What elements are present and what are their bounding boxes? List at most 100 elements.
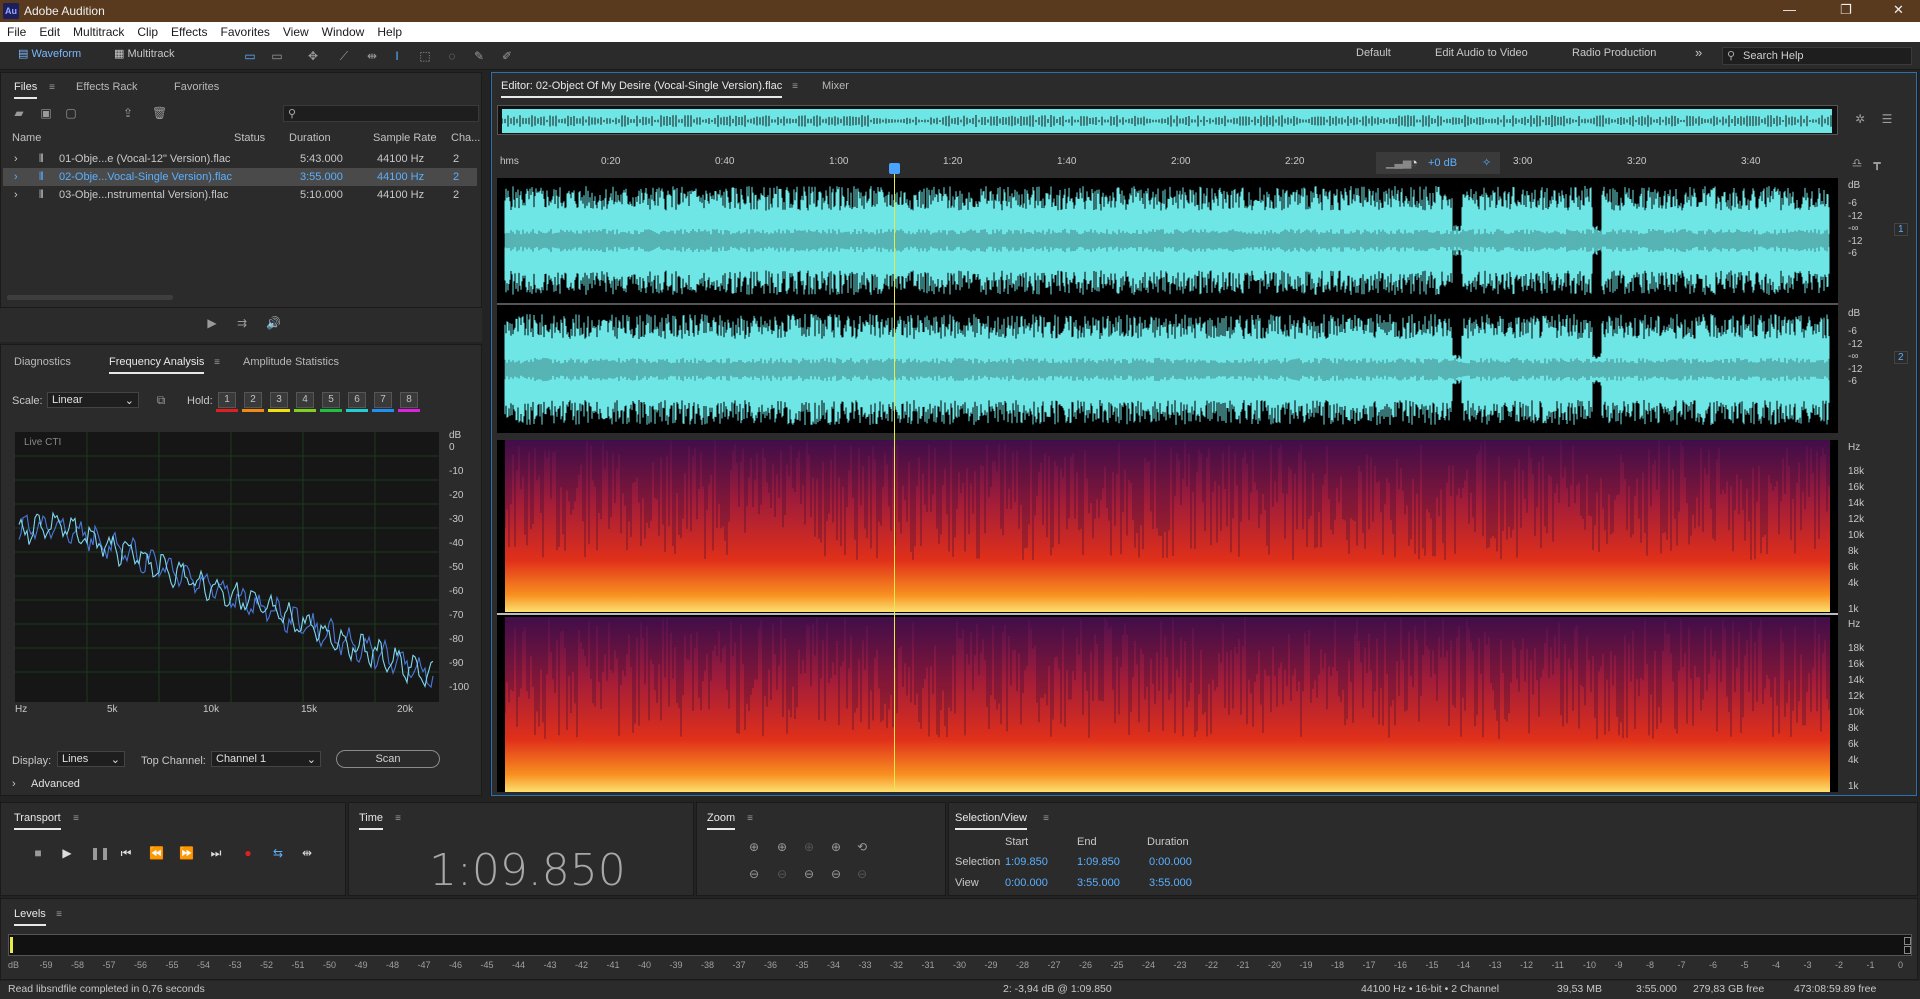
display-dropdown[interactable]: Lines ⌄: [57, 751, 125, 767]
record-icon[interactable]: ●: [241, 846, 255, 860]
view-end[interactable]: 3:55.000: [1077, 877, 1120, 889]
minimize-icon[interactable]: —: [1783, 2, 1796, 17]
col-status[interactable]: Status: [234, 132, 265, 144]
lasso-tool-icon[interactable]: ◌: [445, 49, 459, 63]
spectral-display-icon[interactable]: ▭: [243, 49, 257, 63]
workspace-radio-production[interactable]: Radio Production: [1572, 47, 1656, 65]
hold-button-2[interactable]: 2: [244, 392, 262, 408]
col-channels[interactable]: Cha...: [451, 132, 480, 144]
zoom-selection-icon[interactable]: ⊖: [829, 867, 843, 881]
import-icon[interactable]: ▣: [39, 106, 53, 120]
more-workspaces-button[interactable]: »: [1695, 45, 1702, 63]
panel-menu-icon[interactable]: ≡: [391, 812, 405, 826]
zoom-in-time-icon[interactable]: ⊕: [775, 840, 789, 854]
zoom-in-selection-icon[interactable]: ⊕: [829, 840, 843, 854]
panel-menu-icon[interactable]: ≡: [210, 356, 224, 370]
skip-selection-icon[interactable]: ⇹: [300, 846, 314, 860]
hold-button-4[interactable]: 4: [296, 392, 314, 408]
scale-dropdown[interactable]: Linear ⌄: [47, 392, 139, 408]
tab-amplitude-statistics[interactable]: Amplitude Statistics: [243, 356, 339, 368]
menu-multitrack[interactable]: Multitrack: [66, 22, 130, 39]
razor-tool-icon[interactable]: ⟋: [337, 49, 351, 63]
horizontal-scrollbar[interactable]: [7, 295, 173, 300]
hold-button-1[interactable]: 1: [218, 392, 236, 408]
gain-knob-icon[interactable]: ◔: [1410, 155, 1418, 170]
copy-icon[interactable]: ⧉: [154, 393, 168, 407]
pin-icon[interactable]: ✧: [1482, 156, 1491, 169]
panel-menu-icon[interactable]: ≡: [69, 812, 83, 826]
overview-bar[interactable]: [497, 105, 1838, 135]
menu-window[interactable]: Window: [315, 22, 371, 39]
menu-effects[interactable]: Effects: [164, 22, 213, 39]
menu-clip[interactable]: Clip: [130, 22, 164, 39]
move-tool-icon[interactable]: ✥: [306, 49, 320, 63]
file-row[interactable]: › ⫴ 02-Obje...Vocal-Single Version).flac…: [3, 168, 477, 186]
pause-icon[interactable]: ❚❚: [90, 846, 110, 860]
spectral-display[interactable]: [497, 440, 1838, 792]
file-row[interactable]: › ⫴ 03-Obje...nstrumental Version).flac …: [3, 186, 477, 204]
workspace-edit-audio-to-video[interactable]: Edit Audio to Video: [1435, 47, 1528, 65]
scan-button[interactable]: Scan: [336, 750, 440, 768]
brush-tool-icon[interactable]: ✎: [472, 49, 486, 63]
view-start[interactable]: 0:00.000: [1005, 877, 1048, 889]
advanced-toggle[interactable]: Advanced: [31, 778, 80, 790]
col-sample-rate[interactable]: Sample Rate: [373, 132, 437, 144]
menu-view[interactable]: View: [276, 22, 315, 39]
search-help-field[interactable]: ⚲ Search Help: [1722, 47, 1912, 65]
tab-effects-rack[interactable]: Effects Rack: [76, 81, 138, 93]
hold-button-6[interactable]: 6: [348, 392, 366, 408]
tab-mixer[interactable]: Mixer: [822, 80, 849, 92]
zoom-out-amplitude-icon[interactable]: ⊖: [747, 867, 761, 881]
selection-start[interactable]: 1:09.850: [1005, 856, 1048, 868]
timeline-ruler[interactable]: hms 0:20 0:40 1:00 1:20 1:40 2:00 2:20 3:00 3:20 3…: [497, 152, 1841, 174]
panel-menu-icon[interactable]: ≡: [743, 812, 757, 826]
expand-icon[interactable]: ›: [14, 189, 18, 201]
stop-icon[interactable]: ■: [31, 846, 45, 860]
marquee-tool-icon[interactable]: ⬚: [418, 49, 432, 63]
selection-end[interactable]: 1:09.850: [1077, 856, 1120, 868]
menu-help[interactable]: Help: [370, 22, 408, 39]
view-duration[interactable]: 3:55.000: [1149, 877, 1192, 889]
go-to-end-icon[interactable]: ⏭: [209, 846, 223, 860]
go-to-start-icon[interactable]: ⏮: [119, 846, 133, 860]
close-icon[interactable]: ✕: [1893, 2, 1904, 18]
open-folder-icon[interactable]: ▰: [12, 106, 26, 120]
zoom-to-point-icon[interactable]: ⊖: [855, 867, 869, 881]
tab-favorites[interactable]: Favorites: [174, 81, 219, 93]
insert-icon[interactable]: ⇪: [121, 106, 135, 120]
maximize-icon[interactable]: ❐: [1840, 2, 1852, 18]
menu-edit[interactable]: Edit: [32, 22, 66, 39]
file-row[interactable]: › ⫴ 01-Obje...e (Vocal-12" Version).flac…: [3, 150, 477, 168]
playhead[interactable]: [894, 166, 895, 792]
playhead-handle[interactable]: [889, 163, 900, 174]
spot-healing-icon[interactable]: ✐: [500, 49, 514, 63]
col-name[interactable]: Name: [12, 132, 41, 144]
hud-gain[interactable]: ▁▃▅ ◔ +0 dB ✧: [1376, 152, 1500, 174]
lanes-icon[interactable]: ☰: [1880, 112, 1894, 126]
rewind-icon[interactable]: ⏪: [149, 846, 164, 860]
marker-icon[interactable]: ┳: [1870, 156, 1884, 170]
panel-menu-icon[interactable]: ≡: [788, 80, 802, 94]
expand-icon[interactable]: ›: [12, 778, 16, 790]
zoom-to-selection-icon[interactable]: ✲: [1853, 112, 1867, 126]
panel-menu-icon[interactable]: ≡: [1039, 812, 1053, 826]
spectral-pitch-icon[interactable]: ▭: [270, 49, 284, 63]
clip-indicator-left[interactable]: [1904, 937, 1911, 945]
multitrack-view-button[interactable]: ▦ Multitrack: [114, 47, 194, 65]
channel-toggle-1[interactable]: 1: [1894, 223, 1908, 236]
waveform-display[interactable]: [497, 178, 1838, 433]
hold-button-8[interactable]: 8: [400, 392, 418, 408]
selection-duration[interactable]: 0:00.000: [1149, 856, 1192, 868]
slip-tool-icon[interactable]: ⇹: [365, 49, 379, 63]
menu-file[interactable]: File: [0, 22, 32, 39]
tab-diagnostics[interactable]: Diagnostics: [14, 356, 71, 368]
zoom-reset-icon[interactable]: ⟲: [855, 840, 869, 854]
col-duration[interactable]: Duration: [289, 132, 331, 144]
loop-preview-icon[interactable]: ⇉: [235, 316, 249, 330]
trash-icon[interactable]: 🗑: [152, 106, 167, 120]
channel-toggle-2[interactable]: 2: [1894, 351, 1908, 364]
tab-frequency-analysis[interactable]: Frequency Analysis: [109, 356, 205, 374]
new-file-icon[interactable]: ▢: [64, 106, 78, 120]
clip-indicator-right[interactable]: [1904, 946, 1911, 954]
hold-button-5[interactable]: 5: [322, 392, 340, 408]
